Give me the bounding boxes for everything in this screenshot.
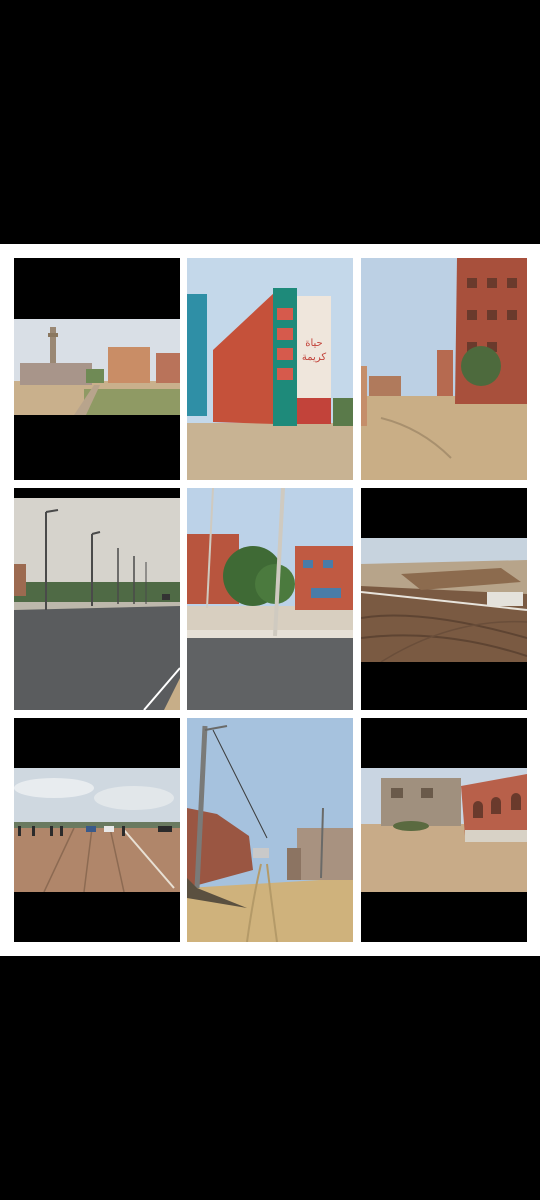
highway-image (14, 498, 180, 710)
photo-highway-streetlights[interactable] (14, 488, 180, 710)
photo-brick-apartments[interactable] (361, 258, 527, 480)
unfinished-buildings-image (361, 768, 527, 892)
dirt-road-image (187, 718, 353, 942)
photo-unfinished-buildings[interactable] (361, 718, 527, 942)
photo-dirt-road-pole[interactable] (187, 718, 353, 942)
school-building-image: حياة كريمة (187, 258, 353, 480)
field-people-image (14, 768, 180, 892)
photo-school-building[interactable]: حياة كريمة (187, 258, 353, 480)
screen: { "collage": { "photos": [ {"subject": "… (0, 0, 540, 1200)
road-houses-image (187, 488, 353, 710)
brick-apartments-image (361, 258, 527, 480)
photo-plowed-plots[interactable] (361, 488, 527, 710)
photo-collage-panel: حياة كريمة (0, 244, 540, 956)
street-minaret-image (14, 319, 180, 415)
plowed-plots-image (361, 538, 527, 662)
photo-street-minaret[interactable] (14, 258, 180, 480)
school-sign-line2: كريمة (302, 352, 326, 363)
school-sign-line1: حياة (305, 338, 323, 349)
photo-field-people[interactable] (14, 718, 180, 942)
photo-road-brick-houses[interactable] (187, 488, 353, 710)
